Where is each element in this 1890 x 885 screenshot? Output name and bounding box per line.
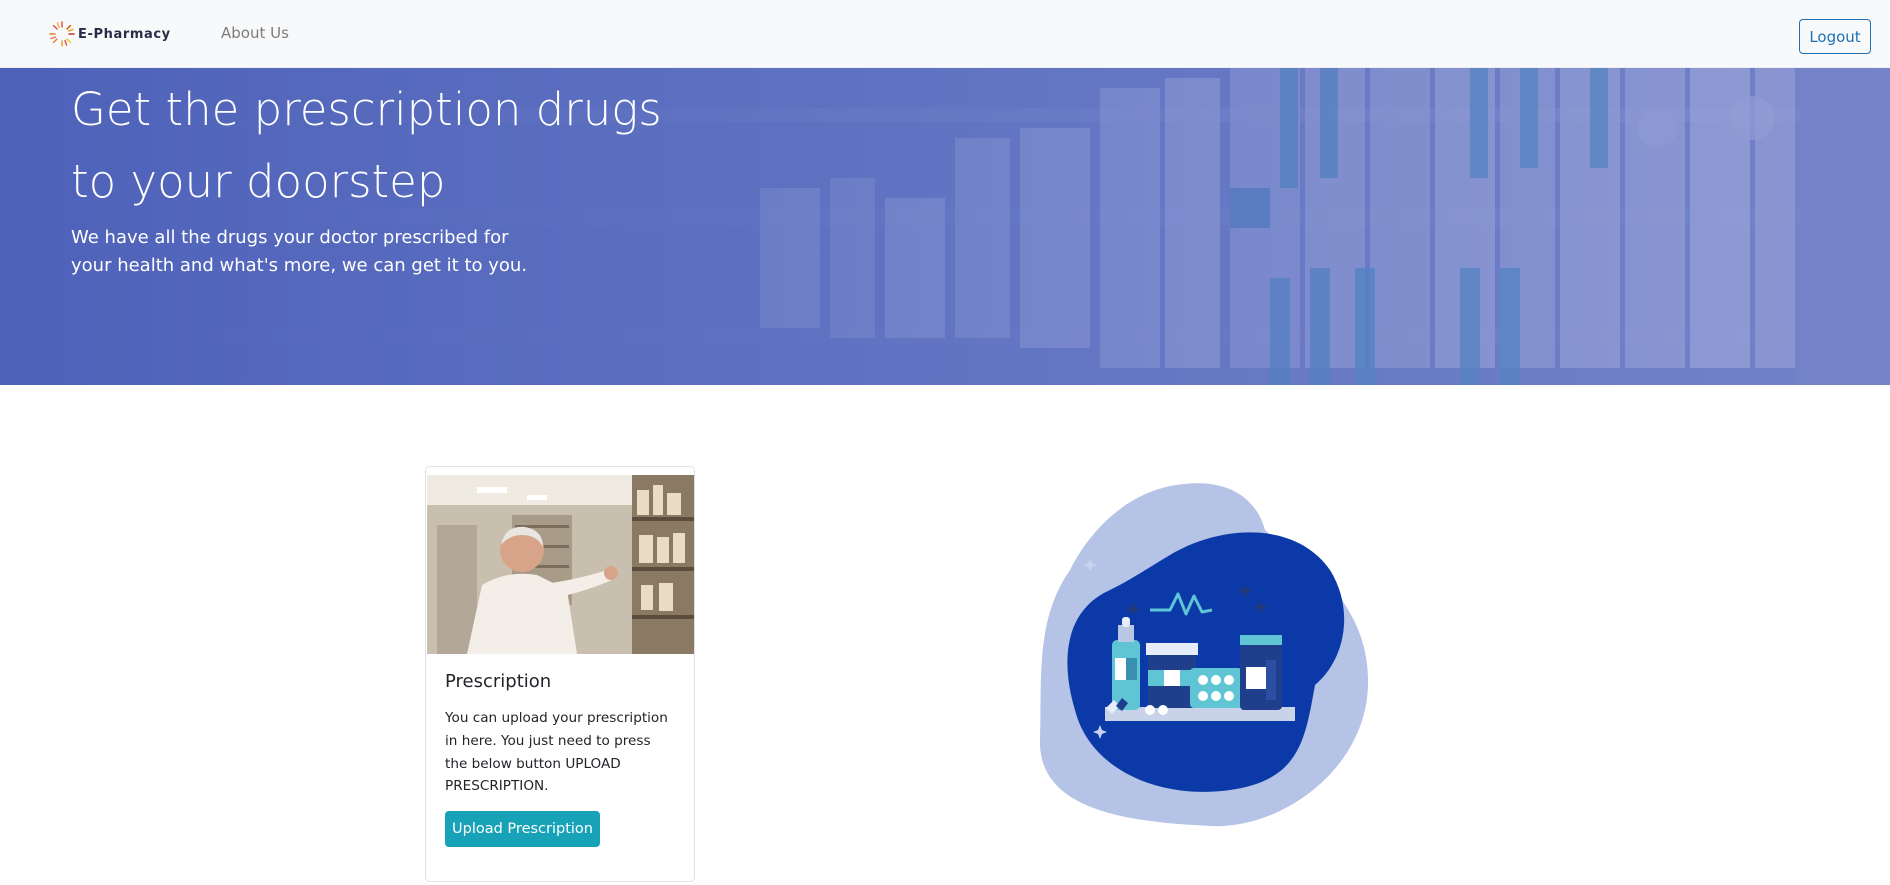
navbar: E-Pharmacy About Us Logout xyxy=(0,0,1890,68)
pharmacist-photo xyxy=(427,475,694,654)
hero-title: Get the prescription drugs to your doors… xyxy=(71,74,771,218)
logout-button[interactable]: Logout xyxy=(1799,19,1871,54)
sunburst-logo-icon xyxy=(49,21,75,47)
brand-name: E-Pharmacy xyxy=(78,26,171,42)
card-title: Prescription xyxy=(445,671,552,692)
upload-prescription-button[interactable]: Upload Prescription xyxy=(445,811,600,847)
prescription-card: Prescription You can upload your prescri… xyxy=(425,466,695,882)
card-text: You can upload your prescription in here… xyxy=(445,710,668,795)
hero-subtitle: We have all the drugs your doctor prescr… xyxy=(71,227,528,276)
nav-link-about-us[interactable]: About Us xyxy=(221,24,289,42)
hero-title-line2: to your doorstep xyxy=(71,155,446,208)
brand-link[interactable]: E-Pharmacy xyxy=(48,18,171,50)
hero-banner: Get the prescription drugs to your doors… xyxy=(0,68,1890,385)
medicine-illustration xyxy=(1039,483,1369,827)
hero-title-line1: Get the prescription drugs xyxy=(71,83,662,136)
